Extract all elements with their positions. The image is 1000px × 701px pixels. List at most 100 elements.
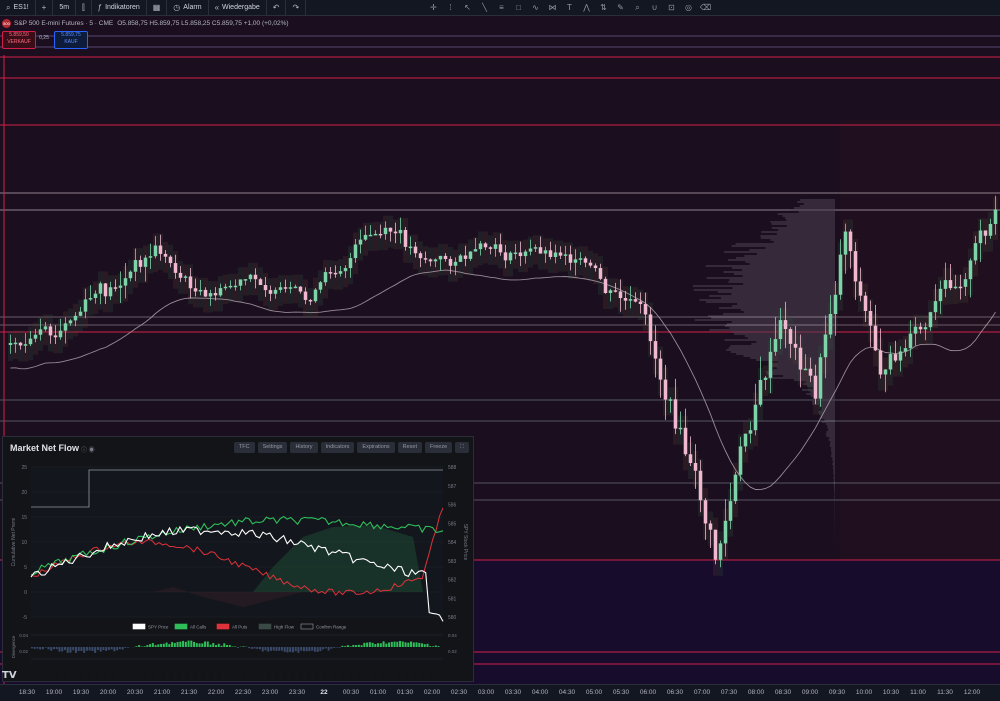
legend-label: All Puts [232,625,248,630]
divergence-bar [31,647,33,648]
zoom-tool-icon[interactable]: ⌕ [629,3,646,13]
panel-time-tick: · [238,673,242,677]
text-tool-icon[interactable]: T [561,3,578,12]
divergence-bar [361,645,363,647]
time-axis[interactable]: 18:3019:0019:3020:0020:3021:0021:3022:00… [0,684,1000,701]
divergence-bar [325,647,327,648]
panel-time-tick: · [214,673,218,677]
sell-button[interactable]: 5.859,50 VERKAUF [2,31,36,49]
right-tick: 580 [448,615,457,621]
divergence-bar [113,647,115,651]
candle [314,288,318,303]
rect-tool-icon[interactable]: □ [510,3,527,12]
time-tick: 10:00 [856,689,872,696]
time-tick: 20:00 [100,689,116,696]
chart-type-button[interactable]: ⫿ [76,0,92,15]
panel-time-tick: · [173,673,177,677]
divergence-bar [152,643,154,647]
divergence-bar [36,647,38,649]
panel-time-tick: · [424,673,428,677]
indicators-button[interactable]: ƒ Indikatoren [92,0,147,15]
time-tick: 19:00 [46,689,62,696]
time-tick: 22:30 [235,689,251,696]
search-icon: ⌕ [6,3,10,13]
divergence-bar [201,643,203,647]
eye-icon[interactable]: ◎ [680,3,697,12]
time-tick: 12:00 [964,689,980,696]
cursor-icon[interactable]: ↖ [459,3,476,12]
position-tool-icon[interactable]: ⇅ [595,3,612,12]
ray-tool-icon[interactable]: ╲ [476,3,493,12]
right-tick: 582 [448,578,457,584]
divergence-bar [407,643,409,647]
crosshair-icon[interactable]: ✛ [425,3,442,12]
interval-button[interactable]: 5m [53,0,76,15]
panel-time-tick: · [190,673,194,677]
compare-button[interactable]: + [36,0,54,15]
divergence-bar [374,644,376,647]
left-tick: 25 [21,465,27,471]
symbol-name[interactable]: S&P 500 E-mini Futures · 5 · CME [14,20,113,27]
panel-time-tick: · [432,673,436,677]
divergence-bar [350,646,352,647]
panel-time-tick: · [303,673,307,677]
cloud-band [613,278,618,307]
divergence-bar [259,647,261,649]
templates-button[interactable]: ▦ [147,0,168,15]
divergence-label: Divergence [11,635,16,658]
divergence-bar [89,647,91,651]
divergence-bar [262,647,264,652]
path-tool-icon[interactable]: ∿ [527,3,544,12]
trash-icon[interactable]: ⌫ [697,3,714,12]
divergence-bar [330,647,332,649]
time-tick: 07:30 [721,689,737,696]
replay-button[interactable]: « Wiedergabe [209,0,267,15]
time-tick: 02:30 [451,689,467,696]
brush-tool-icon[interactable]: ✎ [612,3,629,12]
buy-button[interactable]: 5.859,75 KAUF [54,31,88,49]
divergence-bar [308,647,310,651]
divergence-bar [47,647,49,649]
divergence-bar [303,647,305,651]
divergence-bar [221,646,223,647]
panel-time-tick: · [392,673,396,677]
panel-time-tick: · [375,673,379,677]
function-icon: ƒ [98,3,102,12]
dots-icon[interactable]: ⁞ [442,3,459,12]
candle [714,530,718,565]
divergence-bar [322,647,324,649]
divergence-bar [341,646,343,647]
divergence-bar [100,647,102,652]
divergence-bar [91,647,93,651]
panel-time-tick: · [149,673,153,677]
lock-icon[interactable]: ⊡ [663,3,680,12]
time-tick: 22 [320,689,327,696]
undo-button[interactable]: ↶ [267,0,287,15]
divergence-bar [144,646,146,647]
divergence-bar [278,647,280,651]
divergence-bar [102,647,104,650]
divergence-bar [366,643,368,647]
net-flow-chart[interactable]: 2520151050-5588587586585584583582581580C… [3,437,473,681]
redo-button[interactable]: ↷ [286,0,306,15]
time-tick: 03:30 [505,689,521,696]
panel-time-tick: · [384,673,388,677]
panel-time-tick: · [165,673,169,677]
left-tick: 20 [21,490,27,496]
alert-button[interactable]: ◷ Alarm [167,0,208,15]
divergence-bar [256,647,258,649]
pattern-tool-icon[interactable]: ⋀ [578,3,595,12]
divergence-bar [405,642,407,647]
divergence-bar [138,645,140,647]
divergence-bar [179,642,181,647]
fib-tool-icon[interactable]: ≡ [493,3,510,12]
time-tick: 10:30 [883,689,899,696]
symbol-search[interactable]: ⌕ ES1! [0,0,36,15]
buy-label: KAUF [55,39,87,46]
magnet-icon[interactable]: ∪ [646,3,663,12]
measure-tool-icon[interactable]: ⋈ [544,3,561,12]
time-tick: 04:30 [559,689,575,696]
divergence-bar [185,642,187,647]
divergence-bar [190,641,192,647]
divergence-bar [207,641,209,647]
